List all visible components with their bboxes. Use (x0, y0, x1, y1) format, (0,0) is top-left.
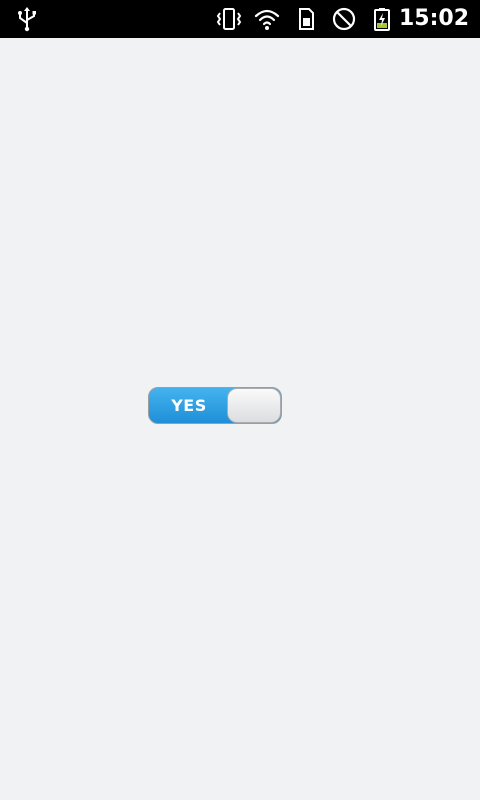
no-signal-icon (331, 6, 357, 32)
battery-charging-icon (369, 6, 395, 32)
yes-toggle-switch[interactable]: YES (148, 387, 282, 424)
usb-icon (14, 6, 40, 32)
wifi-icon (254, 6, 280, 32)
toggle-knob[interactable] (227, 388, 281, 423)
status-bar: 15:02 (0, 0, 480, 38)
vibrate-icon (216, 6, 242, 32)
sim-card-icon (293, 6, 319, 32)
toggle-label: YES (171, 396, 207, 415)
clock: 15:02 (398, 6, 469, 31)
